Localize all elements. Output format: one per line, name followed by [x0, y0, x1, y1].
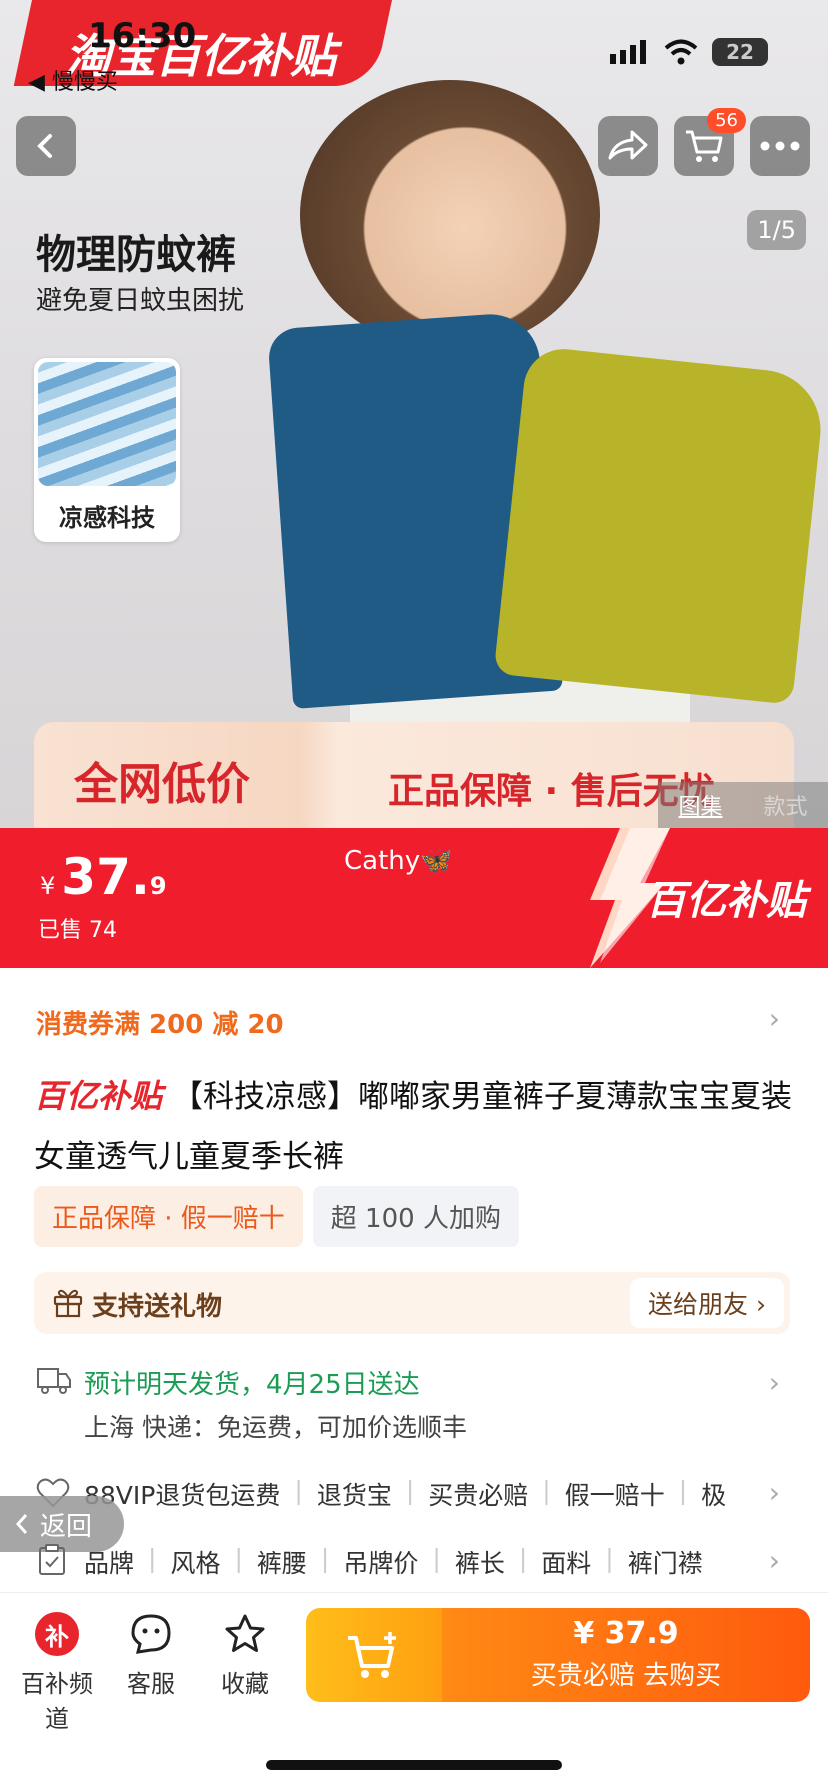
chevron-right-icon: › — [768, 1544, 780, 1577]
back-button[interactable] — [16, 116, 76, 176]
service-list[interactable]: 88VIP退货包运费 | 退货宝 | 买贵必赔 | 假一赔十 | 极 — [84, 1476, 750, 1512]
subsidy-brand: 百亿补贴 — [646, 878, 806, 924]
more-icon — [760, 141, 800, 151]
chevron-right-icon: › — [768, 1366, 780, 1399]
divider — [0, 1592, 828, 1593]
chevron-right-icon: › — [768, 1002, 780, 1035]
cart-button[interactable]: 56 — [674, 108, 746, 176]
sold-count: 已售 74 — [38, 918, 117, 943]
subsidy-icon: 补 — [35, 1612, 79, 1656]
clipboard-icon — [39, 1544, 65, 1575]
wifi-icon — [664, 39, 698, 65]
buy-text: 买贵必赔 去购买 — [530, 1661, 722, 1691]
attribute-item: 风格 — [170, 1549, 221, 1578]
back-to-app-link[interactable]: ◀ 慢慢买 — [28, 64, 118, 96]
cooling-fabric-image — [38, 362, 176, 486]
service-item: 极 — [701, 1481, 727, 1510]
image-counter: 1/5 — [747, 210, 806, 250]
send-to-friend-button[interactable]: 送给朋友 › — [630, 1278, 784, 1328]
guarantee-tag: 正品保障 · 假一赔十 — [34, 1186, 303, 1247]
truck-icon — [37, 1368, 71, 1394]
attribute-item: 裤门襟 — [627, 1549, 703, 1578]
attribute-item: 裤腰 — [256, 1549, 307, 1578]
service-item: 假一赔十 — [564, 1481, 665, 1510]
share-button[interactable] — [598, 116, 658, 176]
attribute-list[interactable]: 品牌 | 风格 | 裤腰 | 吊牌价 | 裤长 | 面料 | 裤门襟 — [84, 1544, 703, 1580]
price-bar: ¥ 37. 9 已售 74 Cathy🦋 百亿补贴 — [0, 828, 828, 968]
yellow-pants-photo — [493, 345, 827, 705]
customer-service-button[interactable]: 客服 — [106, 1610, 196, 1699]
watermark-text: Cathy🦋 — [344, 846, 453, 876]
currency-symbol: ¥ — [40, 872, 56, 900]
favorite-button[interactable]: 收藏 — [200, 1610, 290, 1699]
bottom-action-bar: 补 百补频道 客服 收藏 ¥ 37.9 买贵必赔 去购买 — [0, 1594, 828, 1733]
tab-gallery[interactable]: 图集 — [678, 789, 722, 821]
tab-styles[interactable]: 款式 — [763, 789, 807, 821]
chevron-left-icon — [15, 1514, 28, 1534]
star-icon — [225, 1614, 265, 1652]
hero-subtitle: 避免夏日蚊虫困扰 — [36, 286, 245, 316]
price: ¥ 37. 9 — [40, 848, 167, 906]
share-icon — [608, 130, 648, 160]
tech-label: 凉感科技 — [59, 504, 155, 532]
tech-card: 凉感科技 — [34, 358, 180, 542]
delivery-estimate[interactable]: 预计明天发货，4月25日送达 — [84, 1364, 420, 1401]
add-to-cart-button[interactable] — [306, 1608, 442, 1702]
chevron-right-icon: › — [768, 1476, 780, 1509]
attribute-item: 面料 — [541, 1549, 592, 1578]
more-button[interactable] — [750, 116, 810, 176]
cart-badge: 56 — [707, 108, 746, 133]
gift-icon — [53, 1289, 83, 1318]
chevron-left-icon — [37, 134, 52, 158]
attribute-item: 裤长 — [454, 1549, 505, 1578]
promo-left-text: 全网低价 — [74, 759, 250, 810]
service-icon — [131, 1614, 171, 1654]
gift-row: 支持送礼物 送给朋友 › — [34, 1272, 790, 1334]
attribute-item: 品牌 — [84, 1549, 135, 1578]
service-item: 买贵必赔 — [428, 1481, 529, 1510]
price-decimal: 9 — [149, 872, 167, 900]
subsidy-channel-button[interactable]: 补 百补频道 — [12, 1610, 102, 1734]
cart-icon — [686, 130, 723, 162]
subsidy-channel-label: 百补频道 — [21, 1670, 93, 1733]
gift-label: 支持送礼物 — [92, 1292, 223, 1322]
tag-list: 正品保障 · 假一赔十 超 100 人加购 — [34, 1186, 519, 1247]
service-item: 退货宝 — [316, 1481, 392, 1510]
status-time: 16:30 — [88, 16, 197, 56]
favorite-label: 收藏 — [221, 1670, 269, 1698]
signal-icon — [610, 40, 646, 64]
hero-title: 物理防蚊裤 — [36, 232, 236, 278]
add-cart-icon — [348, 1632, 396, 1678]
child-photo — [300, 80, 600, 350]
product-title-block: 百亿补贴 【科技凉感】嘟嘟家男童裤子夏薄款宝宝夏装女童透气儿童夏季长裤 — [34, 1066, 794, 1187]
buy-price: ¥ 37.9 — [573, 1616, 679, 1651]
product-image-carousel[interactable]: 淘宝百亿补贴 16:30 ◀ 慢慢买 22 56 1/5 物理防蚊裤 避免夏日蚊… — [0, 0, 828, 828]
coupon-row[interactable]: 消费券满 200 减 20 — [36, 1004, 284, 1041]
battery-icon: 22 — [712, 38, 768, 66]
price-integer: 37. — [61, 848, 150, 906]
buy-now-button[interactable]: ¥ 37.9 买贵必赔 去购买 — [442, 1608, 810, 1702]
gallery-tabs: 图集 款式 — [658, 782, 828, 828]
shipping-info: 上海 快递：免运费，可加价选顺丰 — [84, 1413, 467, 1442]
return-label: 返回 — [40, 1511, 93, 1542]
attribute-item: 吊牌价 — [343, 1549, 419, 1578]
popularity-tag: 超 100 人加购 — [312, 1186, 519, 1247]
home-indicator — [266, 1760, 562, 1770]
subsidy-tag: 百亿补贴 — [34, 1077, 163, 1115]
customer-service-label: 客服 — [127, 1670, 175, 1698]
status-icons: 22 — [610, 38, 768, 66]
